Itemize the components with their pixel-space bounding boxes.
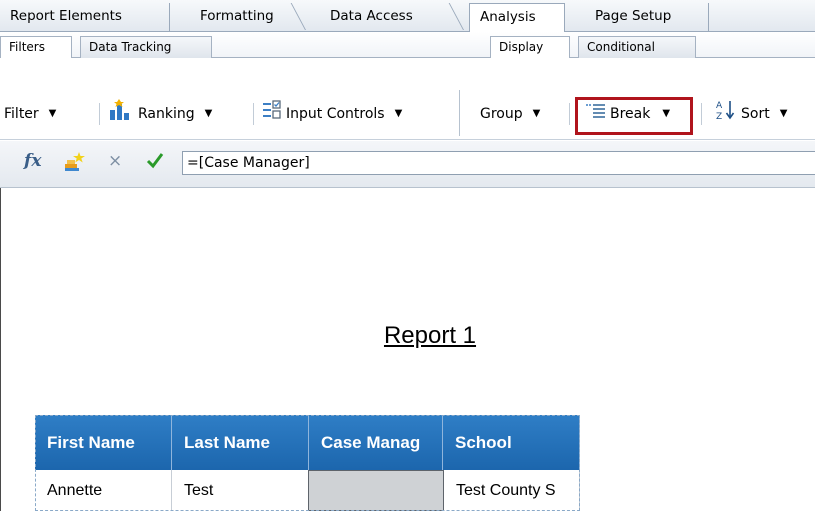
sub-tab-strip: Filters Data Tracking Display Conditiona…: [0, 32, 815, 59]
dropdown-arrow-icon[interactable]: ▼: [395, 101, 403, 127]
formula-input[interactable]: =[Case Manager]: [182, 151, 815, 175]
sort-label: Sort: [741, 106, 770, 122]
toolbar-separator: [99, 103, 100, 125]
column-header-case-manager[interactable]: Case Manag: [309, 415, 443, 470]
dropdown-arrow-icon[interactable]: ▼: [780, 101, 788, 127]
input-controls-icon: [262, 99, 282, 129]
toolbar-separator: [569, 103, 570, 125]
tab-formatting[interactable]: Formatting: [190, 3, 296, 31]
subtab-conditional[interactable]: Conditional: [578, 36, 696, 58]
filter-label: Filter: [4, 106, 39, 122]
variable-editor-icon[interactable]: [64, 150, 86, 176]
tab-analysis[interactable]: Analysis: [469, 3, 565, 33]
ranking-icon: [108, 98, 134, 130]
toolbar-group-divider: [459, 90, 460, 136]
table-cell-first-name[interactable]: Annette: [35, 470, 172, 511]
validate-check-icon[interactable]: [145, 150, 165, 174]
subtab-filters[interactable]: Filters: [0, 36, 72, 59]
table-cell-school[interactable]: Test County S: [444, 470, 580, 511]
toolbar-separator: [253, 103, 254, 125]
input-controls-label: Input Controls: [286, 106, 385, 122]
sort-button[interactable]: A Z Sort ▼: [715, 99, 788, 130]
tab-report-elements[interactable]: Report Elements: [0, 3, 170, 31]
subtab-data-tracking[interactable]: Data Tracking: [80, 36, 212, 58]
dropdown-arrow-icon[interactable]: ▼: [533, 101, 541, 127]
column-header-first-name[interactable]: First Name: [35, 415, 172, 470]
group-label: Group: [480, 106, 523, 122]
break-highlight-box: [575, 97, 693, 135]
tab-data-access[interactable]: Data Access: [320, 3, 454, 31]
ribbon-tab-strip: Report Elements Formatting Data Access A…: [0, 0, 815, 33]
fx-icon[interactable]: fx: [24, 151, 41, 171]
sort-az-icon: A Z: [715, 99, 737, 130]
tab-page-setup[interactable]: Page Setup: [585, 3, 709, 31]
table-cell-case-manager-selected[interactable]: [308, 470, 444, 511]
subtab-display[interactable]: Display: [490, 36, 570, 59]
dropdown-arrow-icon[interactable]: ▼: [205, 101, 213, 127]
dropdown-arrow-icon[interactable]: ▼: [49, 101, 57, 127]
column-header-school[interactable]: School: [443, 415, 580, 470]
svg-text:Z: Z: [716, 112, 722, 121]
report-title[interactable]: Report 1: [300, 322, 560, 350]
input-controls-button[interactable]: Input Controls ▼: [262, 99, 403, 129]
ranking-label: Ranking: [138, 106, 195, 122]
page-left-edge: [0, 188, 1, 511]
ranking-button[interactable]: Ranking ▼: [108, 98, 213, 130]
column-header-last-name[interactable]: Last Name: [172, 415, 309, 470]
svg-text:A: A: [716, 101, 723, 111]
table-cell-last-name[interactable]: Test: [172, 470, 309, 511]
toolbar-separator: [701, 103, 702, 125]
group-button[interactable]: Group ▼: [480, 101, 540, 127]
cancel-x-icon[interactable]: ×: [108, 151, 122, 171]
filter-button[interactable]: Filter ▼: [4, 101, 56, 127]
